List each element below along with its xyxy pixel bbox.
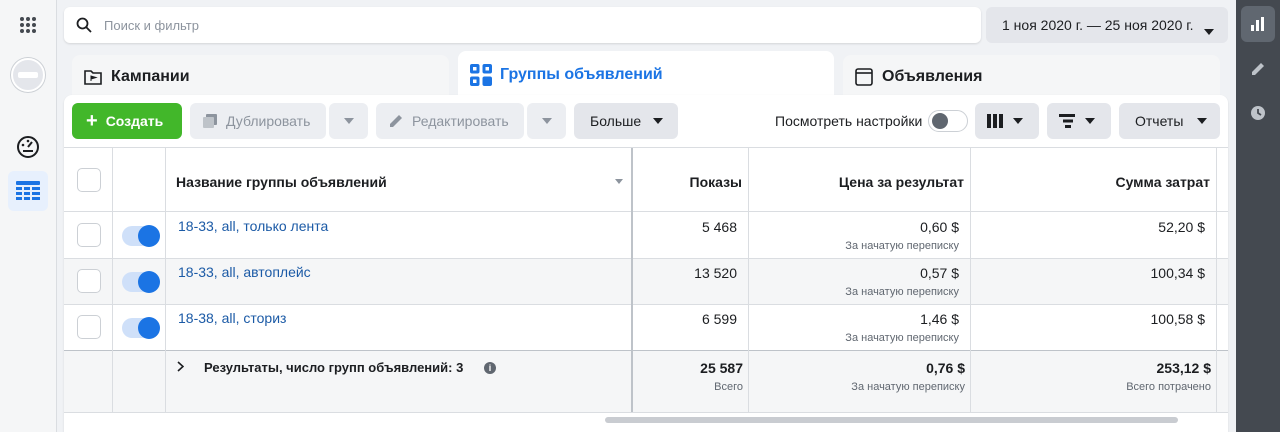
tab-ads-label: Объявления bbox=[882, 68, 983, 85]
cost-per-result-label: За начатую переписку bbox=[845, 240, 959, 252]
toggle-knob bbox=[932, 113, 948, 129]
reports-button-label: Отчеты bbox=[1135, 113, 1184, 129]
tab-campaigns[interactable]: Кампании bbox=[72, 55, 449, 99]
cost-per-result-label: За начатую переписку bbox=[845, 286, 959, 298]
apps-grid-icon[interactable] bbox=[17, 14, 39, 36]
sort-caret-icon[interactable] bbox=[615, 179, 623, 184]
ad-set-name-link[interactable]: 18-38, all, сториз bbox=[178, 310, 286, 326]
toggle-knob bbox=[138, 271, 160, 293]
clock-history-icon[interactable] bbox=[1241, 95, 1275, 131]
duplicate-dropdown-button[interactable] bbox=[329, 103, 368, 139]
pencil-icon bbox=[388, 113, 404, 129]
left-sidebar bbox=[0, 0, 57, 432]
column-header-cost-per-result[interactable]: Цена за результат bbox=[764, 174, 964, 190]
chevron-down-icon bbox=[343, 118, 354, 124]
chevron-down-icon bbox=[653, 118, 664, 124]
right-sidebar bbox=[1236, 0, 1280, 432]
chevron-down-icon bbox=[1085, 118, 1095, 124]
more-button[interactable]: Больше bbox=[574, 103, 678, 139]
row-toggle[interactable] bbox=[122, 225, 160, 247]
column-header-amount-spent[interactable]: Сумма затрат bbox=[1004, 174, 1210, 190]
total-impressions-label: Всего bbox=[714, 381, 743, 393]
duplicate-icon bbox=[202, 113, 218, 129]
create-button-label: Создать bbox=[105, 113, 164, 129]
chevron-down-icon bbox=[1013, 118, 1023, 124]
edit-button-label: Редактировать bbox=[412, 113, 509, 129]
expand-chevron-icon[interactable] bbox=[177, 361, 184, 372]
search-icon bbox=[76, 17, 92, 33]
select-all-checkbox[interactable] bbox=[77, 168, 101, 192]
total-impressions-value: 25 587 bbox=[700, 360, 743, 376]
row-toggle[interactable] bbox=[122, 317, 160, 339]
duplicate-button[interactable]: Дублировать bbox=[190, 103, 326, 139]
folder-flag-icon bbox=[84, 69, 102, 85]
more-button-label: Больше bbox=[590, 113, 642, 129]
column-header-impressions[interactable]: Показы bbox=[654, 174, 743, 190]
ad-set-name-link[interactable]: 18-33, all, автоплейс bbox=[178, 264, 311, 280]
chevron-down-icon bbox=[1197, 118, 1208, 124]
ad-set-name-link[interactable]: 18-33, all, только лента bbox=[178, 218, 328, 234]
row-checkbox[interactable] bbox=[77, 223, 101, 247]
column-header-name[interactable]: Название группы объявлений bbox=[176, 174, 387, 190]
breakdown-icon bbox=[1059, 114, 1075, 128]
ads-manager-table-icon[interactable] bbox=[8, 171, 48, 211]
tab-campaigns-label: Кампании bbox=[111, 68, 190, 85]
reports-button[interactable]: Отчеты bbox=[1119, 103, 1220, 139]
tab-ad-sets[interactable]: Группы объявлений bbox=[458, 51, 834, 99]
tab-ad-sets-label: Группы объявлений bbox=[500, 66, 663, 83]
date-range-label: 1 ноя 2020 г. — 25 ноя 2020 г. bbox=[1002, 17, 1194, 33]
view-settings-label: Посмотреть настройки bbox=[775, 113, 923, 129]
columns-icon bbox=[987, 114, 1003, 128]
cost-per-result-label: За начатую переписку bbox=[845, 332, 959, 344]
row-toggle[interactable] bbox=[122, 271, 160, 293]
chevron-down-icon bbox=[541, 118, 552, 124]
chevron-down-icon bbox=[1204, 22, 1214, 38]
account-avatar[interactable] bbox=[11, 58, 45, 92]
amount-spent-value: 52,20 $ bbox=[1158, 219, 1205, 235]
tab-ads[interactable]: Объявления bbox=[843, 55, 1220, 99]
total-cost-per-result-label: За начатую переписку bbox=[851, 381, 965, 393]
info-icon[interactable]: i bbox=[484, 362, 496, 374]
toggle-knob bbox=[138, 225, 160, 247]
cost-per-result-value: 0,57 $ bbox=[920, 265, 959, 281]
impressions-value: 13 520 bbox=[694, 265, 737, 281]
total-amount-spent-value: 253,12 $ bbox=[1156, 360, 1212, 376]
cost-per-result-value: 1,46 $ bbox=[920, 311, 959, 327]
row-checkbox[interactable] bbox=[77, 269, 101, 293]
total-amount-spent-label: Всего потрачено bbox=[1126, 381, 1211, 393]
date-range-picker[interactable]: 1 ноя 2020 г. — 25 ноя 2020 г. bbox=[986, 7, 1228, 43]
duplicate-button-label: Дублировать bbox=[226, 113, 311, 129]
search-bar[interactable]: Поиск и фильтр bbox=[64, 7, 981, 43]
amount-spent-value: 100,58 $ bbox=[1150, 311, 1206, 327]
dashboard-gauge-icon[interactable] bbox=[14, 133, 42, 161]
view-settings-toggle[interactable] bbox=[928, 110, 968, 132]
totals-label: Результаты, число групп объявлений: 3 bbox=[204, 360, 464, 375]
horizontal-scrollbar[interactable] bbox=[605, 417, 1178, 423]
columns-button[interactable] bbox=[975, 103, 1039, 139]
pencil-edit-icon[interactable] bbox=[1241, 51, 1275, 87]
ad-frame-icon bbox=[855, 68, 873, 86]
impressions-value: 6 599 bbox=[701, 311, 737, 327]
amount-spent-value: 100,34 $ bbox=[1150, 265, 1206, 281]
create-button[interactable]: + Создать bbox=[72, 103, 182, 139]
grid-icon bbox=[470, 64, 492, 86]
total-cost-per-result-value: 0,76 $ bbox=[926, 360, 965, 376]
breakdown-button[interactable] bbox=[1047, 103, 1111, 139]
impressions-value: 5 468 bbox=[701, 219, 737, 235]
plus-icon: + bbox=[86, 110, 98, 132]
edit-button[interactable]: Редактировать bbox=[376, 103, 524, 139]
cost-per-result-value: 0,60 $ bbox=[920, 219, 959, 235]
toggle-knob bbox=[138, 317, 160, 339]
ad-sets-panel: + Создать Дублировать Редактировать Боль… bbox=[64, 95, 1228, 432]
search-placeholder: Поиск и фильтр bbox=[104, 17, 199, 33]
row-checkbox[interactable] bbox=[77, 315, 101, 339]
charts-icon[interactable] bbox=[1241, 6, 1275, 42]
edit-dropdown-button[interactable] bbox=[527, 103, 566, 139]
